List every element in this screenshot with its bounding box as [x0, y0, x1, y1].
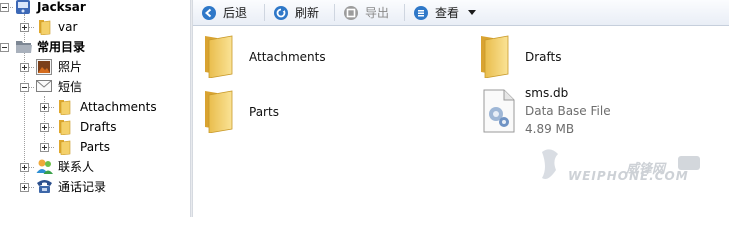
tree-item-attachments[interactable]: Attachments: [0, 97, 190, 117]
tree-item-drafts[interactable]: Drafts: [0, 117, 190, 137]
folder-icon: [59, 100, 71, 115]
item-name: sms.db: [525, 86, 569, 100]
back-arrow-icon: [202, 5, 216, 20]
item-name: Parts: [249, 105, 279, 119]
back-button-label: 后退: [223, 6, 248, 20]
tree-item-common-dir[interactable]: 常用目录: [0, 37, 190, 57]
expand-toggle[interactable]: [40, 143, 49, 152]
iphone-device-icon: [16, 0, 30, 14]
item-size: 4.89 MB: [525, 122, 575, 136]
expand-toggle[interactable]: [40, 123, 49, 132]
folder-icon: [39, 20, 51, 35]
folder-item-drafts[interactable]: Drafts: [472, 32, 672, 82]
toolbar: 后退 刷新 导出 查看: [193, 0, 729, 26]
tree-item-call-log[interactable]: 通话记录: [0, 177, 190, 197]
folder-icon: [59, 120, 71, 135]
refresh-icon: [274, 5, 288, 20]
tree-item-label: Parts: [80, 140, 110, 154]
telephone-icon: [37, 180, 52, 193]
folder-tree: Jacksar var 常用目录 照片 短信 Attachments Draft…: [0, 0, 190, 217]
folder-icon: [481, 35, 509, 78]
collapse-toggle[interactable]: [0, 3, 9, 12]
toolbar-separator: [264, 4, 265, 21]
tree-item-parts[interactable]: Parts: [0, 137, 190, 157]
folder-item-parts[interactable]: Parts: [196, 87, 396, 137]
tree-item-device[interactable]: Jacksar: [0, 0, 190, 17]
item-type: Data Base File: [525, 104, 611, 118]
tree-item-label: 通话记录: [58, 180, 107, 194]
tree-item-var[interactable]: var: [0, 17, 190, 37]
dropdown-arrow-icon: [468, 9, 477, 15]
view-menu-button[interactable]: 查看: [414, 3, 477, 22]
watermark-badge: [678, 156, 700, 170]
back-button[interactable]: 后退: [202, 3, 247, 22]
view-list-icon: [414, 5, 428, 20]
pane-splitter[interactable]: [190, 0, 193, 217]
tree-item-label: Drafts: [80, 120, 117, 134]
export-button[interactable]: 导出: [344, 3, 389, 22]
tree-item-label: var: [58, 20, 78, 34]
view-button-label: 查看: [435, 6, 460, 20]
expand-toggle[interactable]: [20, 23, 29, 32]
file-item-sms-db[interactable]: sms.db Data Base File 4.89 MB: [472, 84, 672, 140]
contacts-icon: [36, 159, 53, 174]
export-button-label: 导出: [365, 6, 390, 20]
watermark-domain: WEIPHONE.COM: [568, 169, 689, 183]
collapse-toggle[interactable]: [20, 83, 29, 92]
folder-icon: [205, 90, 233, 133]
folder-icon: [205, 35, 233, 78]
export-icon: [344, 5, 358, 20]
photo-icon: [36, 59, 52, 75]
item-name: Attachments: [249, 50, 326, 64]
tree-item-label: 照片: [58, 60, 83, 74]
refresh-button[interactable]: 刷新: [274, 3, 319, 22]
tree-item-label: Jacksar: [37, 0, 86, 14]
tree-item-label: 短信: [58, 80, 83, 94]
expand-toggle[interactable]: [20, 163, 29, 172]
collapse-toggle[interactable]: [0, 43, 9, 52]
tree-item-sms[interactable]: 短信: [0, 77, 190, 97]
folder-icon: [59, 140, 71, 155]
tree-item-photos[interactable]: 照片: [0, 57, 190, 77]
envelope-icon: [36, 80, 52, 92]
tree-item-label: 常用目录: [37, 40, 86, 54]
tree-item-label: Attachments: [80, 100, 157, 114]
folder-open-icon: [16, 41, 32, 53]
toolbar-separator: [334, 4, 335, 21]
expand-toggle[interactable]: [20, 63, 29, 72]
expand-toggle[interactable]: [40, 103, 49, 112]
watermark-logo-icon: [542, 149, 558, 179]
expand-toggle[interactable]: [20, 183, 29, 192]
database-file-icon: [483, 89, 515, 133]
refresh-button-label: 刷新: [295, 6, 320, 20]
tree-item-label: 联系人: [58, 160, 95, 174]
item-name: Drafts: [525, 50, 562, 64]
toolbar-separator: [404, 4, 405, 21]
folder-item-attachments[interactable]: Attachments: [196, 32, 396, 82]
tree-item-contacts[interactable]: 联系人: [0, 157, 190, 177]
